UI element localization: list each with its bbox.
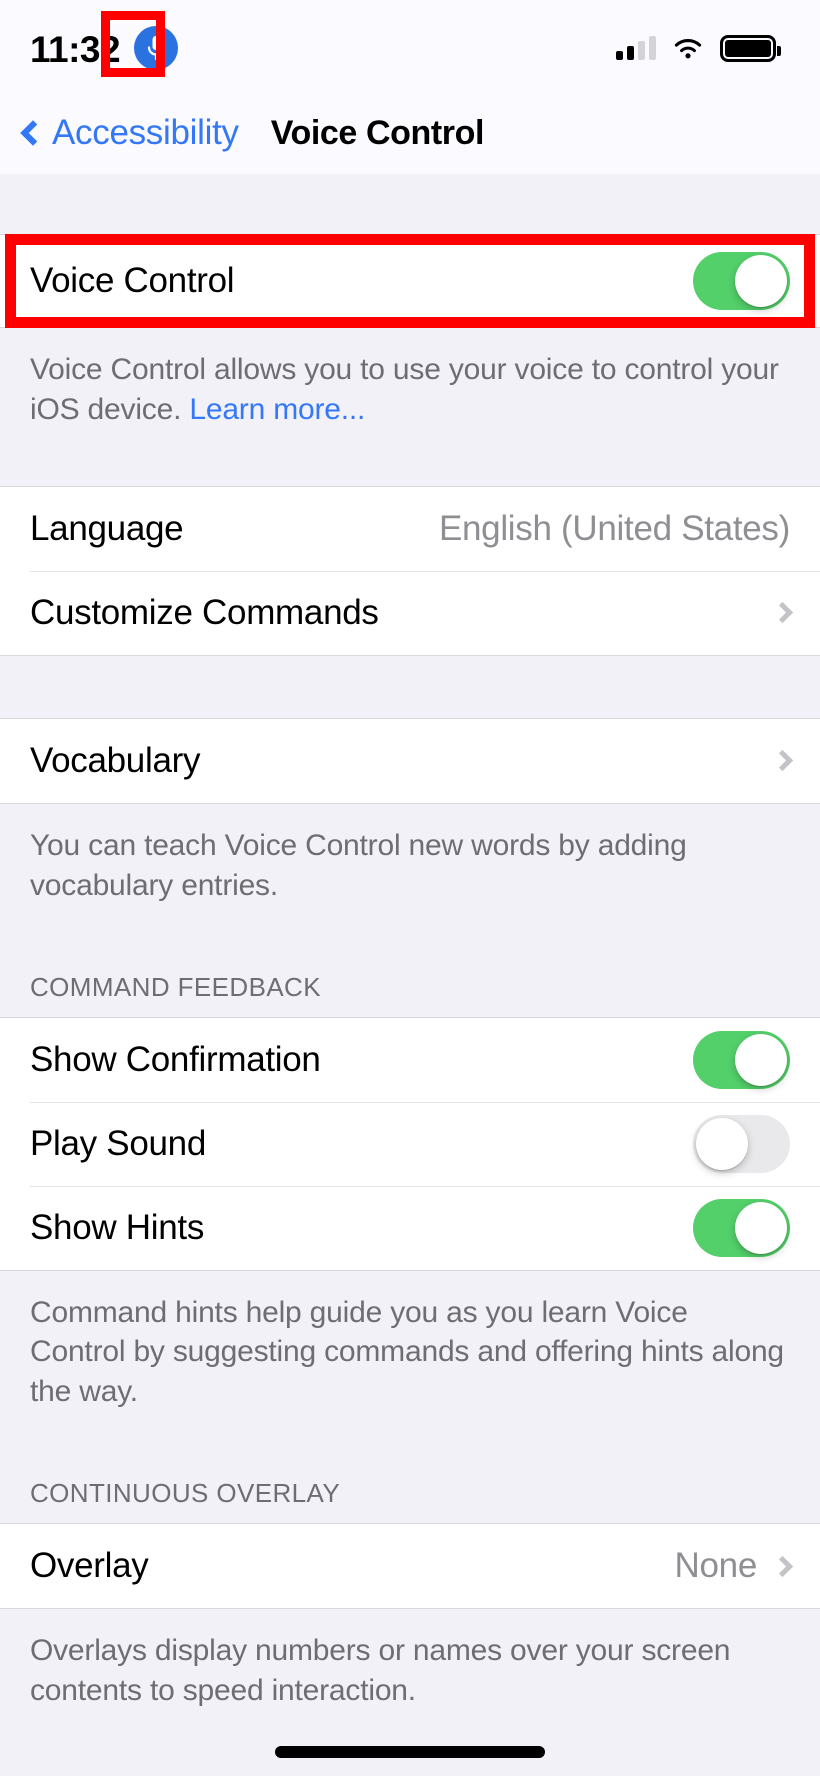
row-value-language: English (United States) <box>438 508 790 548</box>
back-button-label: Accessibility <box>52 113 239 152</box>
row-customize-commands[interactable]: Customize Commands <box>0 570 820 655</box>
row-vocabulary[interactable]: Vocabulary <box>0 718 820 803</box>
section-header-command-feedback: COMMAND FEEDBACK <box>0 931 820 1017</box>
footer-voice-control: Voice Control allows you to use your voi… <box>0 328 820 456</box>
back-button-accessibility[interactable]: Accessibility <box>20 113 239 153</box>
row-value-overlay: None <box>674 1546 758 1586</box>
row-label-show-confirmation: Show Confirmation <box>30 1039 321 1079</box>
toggle-show-hints[interactable] <box>693 1198 790 1257</box>
toggle-voice-control[interactable] <box>693 252 790 310</box>
voice-control-group: Voice Control <box>0 234 820 328</box>
row-show-confirmation[interactable]: Show Confirmation <box>0 1017 820 1102</box>
continuous-overlay-group: Overlay None <box>0 1523 820 1610</box>
toggle-knob <box>735 1201 787 1254</box>
page-title: Voice Control <box>270 113 485 152</box>
status-bar: 11:32 <box>0 0 820 92</box>
toggle-show-confirmation[interactable] <box>693 1030 790 1089</box>
status-bar-indicators <box>616 31 781 62</box>
section-header-continuous-overlay: CONTINUOUS OVERLAY <box>0 1438 820 1524</box>
toggle-knob <box>696 1117 748 1170</box>
home-indicator[interactable] <box>275 1746 545 1758</box>
row-language[interactable]: Language English (United States) <box>0 486 820 571</box>
row-label-overlay: Overlay <box>30 1546 149 1586</box>
row-voice-control[interactable]: Voice Control <box>0 235 820 327</box>
battery-full-icon <box>720 34 781 62</box>
navigation-bar: Accessibility Voice Control <box>0 92 820 174</box>
row-label-language: Language <box>30 508 184 548</box>
microphone-status-indicator <box>134 22 179 70</box>
command-feedback-group: Show Confirmation Play Sound Show Hints <box>0 1016 820 1271</box>
row-label-vocabulary: Vocabulary <box>30 740 201 780</box>
microphone-icon <box>134 26 179 70</box>
vocabulary-group: Vocabulary <box>0 717 820 804</box>
row-overlay[interactable]: Overlay None <box>0 1524 820 1609</box>
row-label-customize-commands: Customize Commands <box>30 592 379 632</box>
footer-vocabulary: You can teach Voice Control new words by… <box>0 803 820 932</box>
toggle-knob <box>735 255 787 307</box>
cellular-signal-icon <box>616 36 656 60</box>
status-bar-time: 11:32 <box>30 28 121 70</box>
row-label-play-sound: Play Sound <box>30 1123 207 1163</box>
row-label-show-hints: Show Hints <box>30 1207 205 1247</box>
settings-group: Language English (United States) Customi… <box>0 485 820 656</box>
spacer-1 <box>0 455 820 486</box>
spacer-2 <box>0 655 820 718</box>
chevron-right-icon <box>771 602 794 624</box>
toggle-knob <box>735 1033 787 1086</box>
row-play-sound[interactable]: Play Sound <box>0 1101 820 1186</box>
footer-continuous-overlay: Overlays display numbers or names over y… <box>0 1609 820 1738</box>
chevron-right-icon <box>771 1555 794 1577</box>
chevron-right-icon <box>771 750 794 772</box>
spacer-top <box>0 174 820 234</box>
toggle-play-sound[interactable] <box>693 1114 790 1173</box>
wifi-icon <box>674 38 702 58</box>
row-label-voice-control: Voice Control <box>30 261 235 300</box>
footer-command-feedback: Command hints help guide you as you lear… <box>0 1270 820 1439</box>
row-show-hints[interactable]: Show Hints <box>0 1185 820 1270</box>
iphone-screen: 11:32 Accessibility Voice Control Voice … <box>0 0 820 1776</box>
chevron-left-icon <box>20 120 46 146</box>
learn-more-link[interactable]: Learn more... <box>189 393 365 426</box>
footer-voice-control-text: Voice Control allows you to use your voi… <box>30 353 779 426</box>
voice-control-toggle-group: Voice Control <box>0 234 820 328</box>
